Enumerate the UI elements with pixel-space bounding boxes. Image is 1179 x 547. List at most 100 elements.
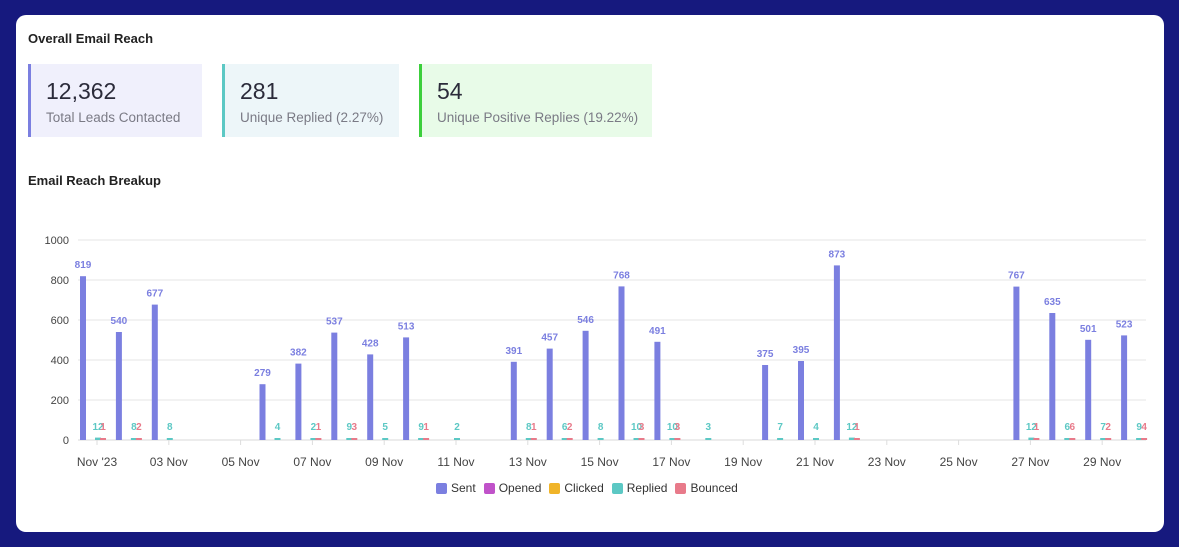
data-label-replied: 3: [706, 422, 712, 433]
bar-replied: [274, 438, 281, 440]
legend-swatch: [611, 482, 623, 494]
bar-bounced: [1069, 438, 1076, 440]
data-label-bounced: 1: [100, 422, 106, 433]
bar-bounced: [351, 438, 358, 440]
data-label-sent: 819: [75, 260, 92, 271]
data-label-bounced: 2: [136, 422, 142, 433]
y-tick-label: 1000: [45, 235, 69, 247]
data-label-sent: 395: [793, 345, 810, 356]
x-tick-label: 19 Nov: [724, 455, 762, 469]
data-label-sent: 635: [1044, 297, 1061, 308]
bar-replied: [705, 438, 712, 440]
bar-sent: [151, 304, 158, 440]
bar-replied: [813, 438, 819, 440]
legend-swatch: [675, 482, 687, 494]
bar-sent: [546, 348, 553, 440]
legend-label: Clicked: [564, 481, 604, 495]
legend-item-sent[interactable]: Sent: [436, 481, 476, 495]
email-reach-card: Overall Email Reach 12,362 Total Leads C…: [16, 15, 1164, 532]
x-tick-label: 17 Nov: [652, 455, 690, 469]
bar-sent: [115, 332, 122, 440]
x-tick-label: 13 Nov: [509, 455, 547, 469]
data-label-sent: 873: [829, 249, 846, 260]
bar-replied: [777, 438, 784, 440]
bar-bounced: [638, 438, 645, 440]
x-tick-label: 05 Nov: [222, 455, 260, 469]
data-label-replied: 2: [454, 422, 460, 433]
data-label-replied: 4: [275, 422, 281, 433]
data-label-sent: 491: [649, 326, 666, 337]
bar-replied: [597, 438, 604, 440]
bar-sent: [1049, 313, 1056, 440]
data-label-sent: 768: [613, 270, 630, 281]
data-label-bounced: 1: [316, 422, 322, 433]
bar-bounced: [853, 438, 860, 440]
x-tick-label: 27 Nov: [1011, 455, 1049, 469]
legend-label: Bounced: [690, 481, 738, 495]
bar-bounced: [100, 438, 106, 440]
data-label-bounced: 1: [423, 422, 429, 433]
data-label-sent: 375: [757, 349, 774, 360]
bar-replied: [382, 438, 389, 440]
data-label-bounced: 1: [531, 422, 537, 433]
legend-item-replied[interactable]: Replied: [611, 481, 667, 495]
bar-sent: [259, 384, 266, 440]
x-tick-label: 21 Nov: [796, 455, 834, 469]
bar-sent: [367, 354, 374, 440]
legend-item-opened[interactable]: Opened: [483, 481, 542, 495]
bar-sent: [798, 361, 804, 440]
data-label-sent: 391: [505, 346, 522, 357]
bar-bounced: [423, 438, 430, 440]
bar-replied: [166, 438, 173, 440]
data-label-sent: 767: [1008, 271, 1025, 282]
data-label-sent: 457: [541, 333, 558, 344]
bar-replied: [454, 438, 460, 440]
x-tick-label: 11 Nov: [437, 455, 474, 469]
data-label-sent: 382: [290, 348, 307, 359]
x-tick-label: 07 Nov: [293, 455, 331, 469]
data-label-bounced: 6: [1070, 422, 1076, 433]
y-tick-label: 600: [51, 315, 69, 327]
x-tick-label: Nov '23: [77, 455, 118, 469]
data-label-sent: 279: [254, 368, 271, 379]
y-tick-label: 800: [51, 275, 69, 287]
bar-bounced: [674, 438, 681, 440]
legend-label: Sent: [451, 481, 476, 495]
bar-bounced: [135, 438, 142, 440]
legend-item-clicked[interactable]: Clicked: [549, 481, 604, 495]
bar-sent: [1013, 286, 1020, 440]
x-tick-label: 15 Nov: [581, 455, 619, 469]
legend-item-bounced[interactable]: Bounced: [675, 481, 738, 495]
data-label-replied: 8: [598, 422, 604, 433]
y-tick-label: 400: [51, 355, 69, 367]
data-label-sent: 537: [326, 317, 343, 328]
y-tick-label: 200: [51, 395, 69, 407]
x-tick-label: 23 Nov: [868, 455, 906, 469]
legend-swatch: [483, 482, 495, 494]
data-label-bounced: 2: [1105, 422, 1111, 433]
data-label-sent: 428: [362, 338, 379, 349]
legend-swatch: [549, 482, 561, 494]
data-label-bounced: 3: [675, 422, 681, 433]
bar-sent: [1121, 335, 1128, 440]
data-label-sent: 523: [1116, 319, 1133, 330]
bar-sent: [1085, 339, 1092, 440]
bar-bounced: [315, 438, 322, 440]
legend-label: Opened: [498, 481, 542, 495]
bar-sent: [618, 286, 625, 440]
bar-sent: [331, 332, 338, 440]
x-tick-label: 29 Nov: [1083, 455, 1121, 469]
bar-sent: [582, 330, 589, 440]
bar-sent: [295, 363, 302, 440]
email-reach-chart: 0 200 400 600 800 1000 Nov '23 03 Nov 05 Nov 07 N…: [45, 235, 1148, 469]
data-label-replied: 5: [382, 422, 388, 433]
chart-legend: Sent Opened Clicked Replied Bounced: [436, 481, 738, 495]
y-tick-label: 0: [63, 435, 69, 447]
data-label-bounced: 1: [1034, 422, 1040, 433]
bar-sent: [80, 276, 86, 440]
data-label-replied: 8: [167, 422, 173, 433]
legend-swatch: [436, 482, 447, 494]
bar-bounced: [1033, 438, 1040, 440]
bar-bounced: [530, 438, 537, 440]
bar-bounced: [1141, 438, 1148, 440]
